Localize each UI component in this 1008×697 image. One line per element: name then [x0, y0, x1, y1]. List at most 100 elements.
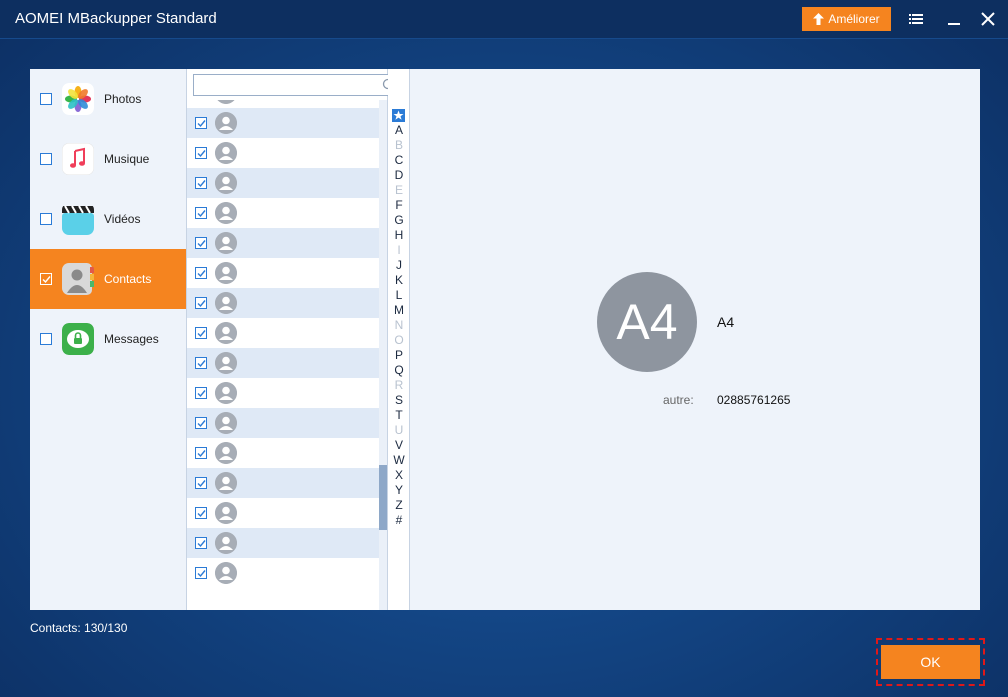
contact-checkbox[interactable]	[195, 447, 207, 459]
category-checkbox[interactable]	[40, 153, 52, 165]
contact-checkbox[interactable]	[195, 297, 207, 309]
check-icon	[197, 180, 206, 188]
alphabet-letter[interactable]: K	[388, 273, 410, 288]
contact-checkbox[interactable]	[195, 267, 207, 279]
contact-checkbox[interactable]	[195, 117, 207, 129]
check-icon	[197, 390, 206, 398]
main-panel: Photos Musique Vidéos Contacts Messages …	[30, 69, 980, 610]
contact-checkbox[interactable]	[195, 537, 207, 549]
alphabet-letter[interactable]: E	[388, 183, 410, 198]
category-messages[interactable]: Messages	[30, 309, 186, 369]
contact-row[interactable]	[187, 138, 379, 168]
contact-row[interactable]	[187, 100, 379, 108]
alphabet-letter[interactable]: #	[388, 513, 410, 528]
contact-row[interactable]	[187, 378, 379, 408]
alphabet-letter[interactable]: W	[388, 453, 410, 468]
alphabet-letter[interactable]: V	[388, 438, 410, 453]
list-scrollbar[interactable]	[379, 100, 387, 610]
upgrade-button[interactable]: Améliorer	[802, 7, 891, 31]
check-icon	[197, 540, 206, 548]
avatar-icon	[215, 292, 237, 314]
contact-checkbox[interactable]	[195, 387, 207, 399]
contact-list	[187, 69, 401, 610]
check-icon	[197, 270, 206, 278]
scroll-thumb[interactable]	[379, 465, 387, 530]
category-contacts[interactable]: Contacts	[30, 249, 186, 309]
contact-row[interactable]	[187, 528, 379, 558]
alphabet-letter[interactable]: M	[388, 303, 410, 318]
alphabet-letter[interactable]: F	[388, 198, 410, 213]
alphabet-letter[interactable]: R	[388, 378, 410, 393]
contact-checkbox[interactable]	[195, 357, 207, 369]
category-videos[interactable]: Vidéos	[30, 189, 186, 249]
alphabet-letter[interactable]: U	[388, 423, 410, 438]
contact-row[interactable]	[187, 198, 379, 228]
star-icon[interactable]	[392, 109, 405, 122]
category-label: Contacts	[104, 272, 152, 286]
messages-icon	[62, 323, 94, 355]
alphabet-letter[interactable]: T	[388, 408, 410, 423]
contact-row[interactable]	[187, 408, 379, 438]
contact-row[interactable]	[187, 288, 379, 318]
check-icon	[197, 150, 206, 158]
alphabet-letter[interactable]: X	[388, 468, 410, 483]
avatar-icon	[215, 532, 237, 554]
contact-checkbox[interactable]	[195, 507, 207, 519]
contact-checkbox[interactable]	[195, 477, 207, 489]
alphabet-letter[interactable]: Z	[388, 498, 410, 513]
category-checkbox[interactable]	[40, 93, 52, 105]
contacts-count: Contacts: 130/130	[30, 621, 128, 635]
contact-name: A4	[717, 314, 735, 330]
contact-row[interactable]	[187, 258, 379, 288]
menu-list-icon[interactable]	[908, 11, 924, 27]
alphabet-letter[interactable]: S	[388, 393, 410, 408]
category-label: Messages	[104, 332, 159, 346]
close-icon[interactable]	[980, 11, 996, 27]
ok-button[interactable]: OK	[881, 645, 980, 679]
alphabet-letter[interactable]: A	[388, 123, 410, 138]
category-photos[interactable]: Photos	[30, 69, 186, 129]
contact-checkbox[interactable]	[195, 207, 207, 219]
contact-checkbox[interactable]	[195, 237, 207, 249]
alphabet-letter[interactable]: Y	[388, 483, 410, 498]
contact-row[interactable]	[187, 438, 379, 468]
contact-row[interactable]	[187, 108, 379, 138]
category-checkbox[interactable]	[40, 333, 52, 345]
search-input[interactable]	[194, 75, 379, 95]
alphabet-letter[interactable]: J	[388, 258, 410, 273]
alphabet-letter[interactable]: C	[388, 153, 410, 168]
alphabet-letter[interactable]: B	[388, 138, 410, 153]
alphabet-letter[interactable]: D	[388, 168, 410, 183]
check-icon	[197, 330, 206, 338]
contact-row[interactable]	[187, 168, 379, 198]
minimize-icon[interactable]	[946, 11, 962, 27]
contact-row[interactable]	[187, 498, 379, 528]
category-music[interactable]: Musique	[30, 129, 186, 189]
contact-row[interactable]	[187, 228, 379, 258]
check-icon	[197, 570, 206, 578]
contact-checkbox[interactable]	[195, 417, 207, 429]
alphabet-letter[interactable]: N	[388, 318, 410, 333]
contact-row[interactable]	[187, 348, 379, 378]
avatar-icon	[215, 472, 237, 494]
contact-row[interactable]	[187, 318, 379, 348]
contact-checkbox[interactable]	[195, 147, 207, 159]
alphabet-letter[interactable]: H	[388, 228, 410, 243]
avatar-icon	[215, 232, 237, 254]
alphabet-letter[interactable]: Q	[388, 363, 410, 378]
contact-checkbox[interactable]	[195, 327, 207, 339]
contact-avatar: A4	[597, 272, 697, 372]
contact-checkbox[interactable]	[195, 177, 207, 189]
category-checkbox[interactable]	[40, 273, 52, 285]
phone-number: 02885761265	[717, 393, 791, 407]
contact-checkbox[interactable]	[195, 567, 207, 579]
alphabet-letter[interactable]: P	[388, 348, 410, 363]
alphabet-index: A B C D E F G H I J K L M N O P Q R S T U V W X Y Z #	[388, 69, 410, 610]
alphabet-letter[interactable]: G	[388, 213, 410, 228]
category-checkbox[interactable]	[40, 213, 52, 225]
alphabet-letter[interactable]: L	[388, 288, 410, 303]
alphabet-letter[interactable]: I	[388, 243, 410, 258]
contact-row[interactable]	[187, 558, 379, 588]
alphabet-letter[interactable]: O	[388, 333, 410, 348]
contact-row[interactable]	[187, 468, 379, 498]
